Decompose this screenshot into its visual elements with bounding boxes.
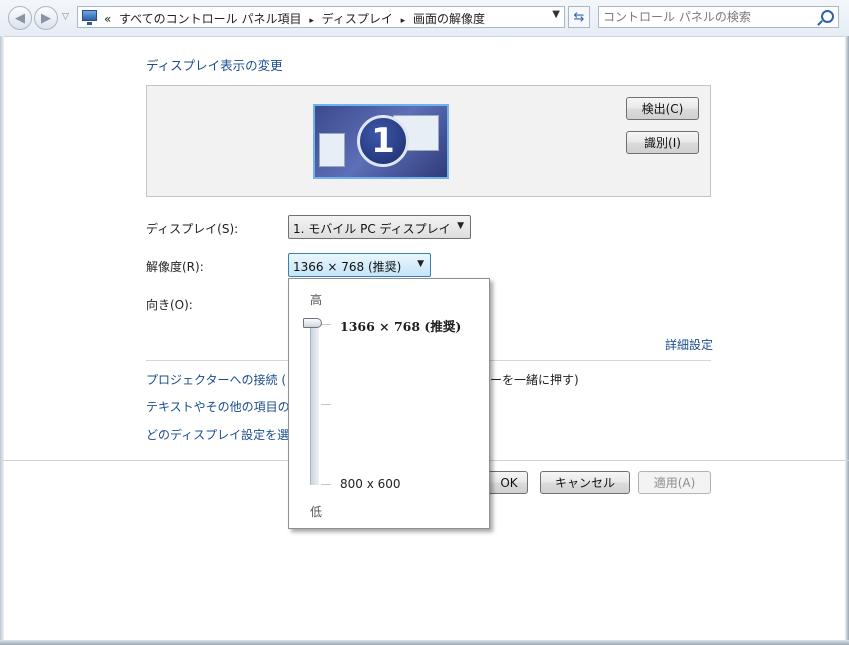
breadcrumb: « すべてのコントロール パネル項目 ▸ ディスプレイ ▸ 画面の解像度 [104, 10, 485, 27]
breadcrumb-item-display[interactable]: ディスプレイ [322, 12, 393, 26]
resolution-select[interactable]: 1366 × 768 (推奨) ▼ [288, 253, 431, 277]
taskbar-edge [0, 640, 849, 645]
low-label: 低 [310, 505, 323, 519]
breadcrumb-separator[interactable]: ▸ [309, 16, 314, 26]
forward-button[interactable]: ▶ [34, 6, 58, 30]
monitor-1-preview[interactable]: 1 [313, 104, 449, 179]
high-label: 高 [310, 293, 323, 307]
projector-shortcut-text: ーを一緒に押す) [490, 373, 579, 387]
chevron-down-icon: ▼ [457, 221, 464, 231]
window-left-edge [0, 36, 4, 645]
text-size-link[interactable]: テキストやその他の項目の [146, 398, 290, 415]
projector-connect-link[interactable]: プロジェクターへの接続 ( [146, 373, 286, 387]
window-thumbnail-icon [319, 133, 345, 167]
cancel-button[interactable]: キャンセル [540, 471, 630, 494]
display-label: ディスプレイ(S): [146, 222, 239, 236]
control-panel-icon [82, 10, 97, 25]
recent-pages-dropdown[interactable]: ▽ [62, 12, 69, 22]
refresh-icon: ⇆ [573, 9, 585, 25]
chevron-down-icon: ▽ [62, 12, 69, 22]
chevron-down-icon: ▼ [552, 9, 560, 20]
slider-tick [321, 404, 331, 405]
address-bar[interactable]: « すべてのコントロール パネル項目 ▸ ディスプレイ ▸ 画面の解像度 ▼ [77, 6, 565, 28]
max-resolution-option[interactable]: 1366 × 768 (推奨) [340, 316, 461, 335]
back-button[interactable]: ◀ [8, 6, 32, 30]
search-input[interactable] [603, 8, 813, 26]
resolution-slider-thumb[interactable] [303, 318, 322, 328]
breadcrumb-overflow[interactable]: « [104, 12, 111, 26]
which-settings-link[interactable]: どのディスプレイ設定を選 [146, 426, 289, 443]
page-title: ディスプレイ表示の変更 [146, 58, 283, 73]
resolution-slider-track[interactable] [310, 323, 319, 485]
display-select-value: 1. モバイル PC ディスプレイ [293, 222, 451, 236]
projector-help-row: プロジェクターへの接続 ( [146, 371, 286, 388]
search-box [598, 6, 839, 28]
slider-tick [321, 484, 331, 485]
breadcrumb-item-all-items[interactable]: すべてのコントロール パネル項目 [119, 12, 302, 26]
resolution-slider-popup: 高 1366 × 768 (推奨) 800 x 600 低 [288, 278, 490, 529]
min-resolution-option[interactable]: 800 x 600 [340, 477, 401, 491]
advanced-settings-link[interactable]: 詳細設定 [665, 336, 713, 353]
navigation-bar: ◀ ▶ ▽ « すべてのコントロール パネル項目 ▸ ディスプレイ ▸ 画面の解… [0, 0, 849, 37]
arrow-left-icon: ◀ [15, 10, 25, 26]
resolution-select-value: 1366 × 768 (推奨) [293, 260, 402, 274]
address-dropdown[interactable]: ▼ [552, 9, 560, 20]
ok-button-label: OK [500, 475, 518, 490]
apply-button[interactable]: 適用(A) [638, 471, 711, 494]
arrow-right-icon: ▶ [41, 10, 51, 26]
breadcrumb-separator[interactable]: ▸ [401, 16, 406, 26]
search-icon[interactable] [821, 10, 834, 23]
refresh-button[interactable]: ⇆ [568, 6, 590, 28]
detect-button[interactable]: 検出(C) [626, 97, 699, 120]
window-right-edge [845, 36, 849, 645]
orientation-label: 向き(O): [146, 298, 193, 312]
breadcrumb-item-resolution[interactable]: 画面の解像度 [413, 12, 485, 26]
slider-tick [321, 324, 331, 325]
identify-button[interactable]: 識別(I) [626, 131, 699, 154]
monitor-number-badge: 1 [357, 115, 409, 167]
chevron-down-icon: ▼ [417, 259, 424, 269]
display-select[interactable]: 1. モバイル PC ディスプレイ ▼ [288, 215, 471, 239]
resolution-label: 解像度(R): [146, 260, 204, 274]
